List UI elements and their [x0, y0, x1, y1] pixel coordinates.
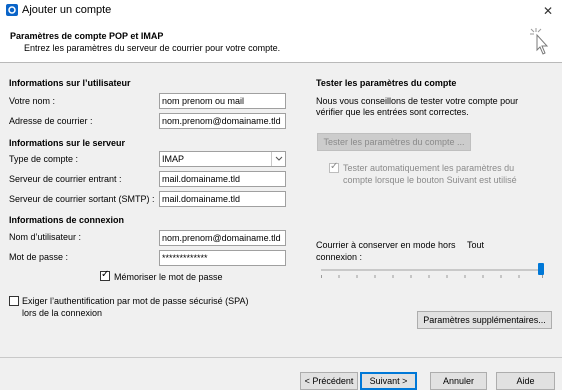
offline-mail-slider-track[interactable]: [321, 269, 543, 271]
help-button[interactable]: Aide: [496, 372, 555, 390]
name-field[interactable]: nom prenom ou mail: [159, 93, 286, 109]
email-field[interactable]: nom.prenom@domainame.tld: [159, 113, 286, 129]
outgoing-server-field[interactable]: mail.domainame.tld: [159, 191, 286, 207]
cancel-button[interactable]: Annuler: [430, 372, 487, 390]
spa-checkbox[interactable]: [9, 296, 19, 306]
spa-label-line1: Exiger l’authentification par mot de pas…: [22, 296, 249, 306]
wizard-cursor-icon: [530, 28, 549, 55]
user-info-heading: Informations sur l’utilisateur: [9, 78, 131, 88]
window-title: Ajouter un compte: [22, 4, 112, 16]
incoming-server-field[interactable]: mail.domainame.tld: [159, 171, 286, 187]
auto-test-label-line1: Tester automatiquement les paramètres du: [343, 163, 515, 173]
auto-test-label-line2: compte lorsque le bouton Suivant est uti…: [343, 175, 517, 185]
back-button[interactable]: < Précédent: [300, 372, 358, 390]
remember-password-label: Mémoriser le mot de passe: [114, 272, 223, 282]
test-settings-heading: Tester les paramètres du compte: [316, 78, 457, 88]
offline-mail-slider-thumb[interactable]: [538, 263, 544, 275]
offline-mail-label-line1: Courrier à conserver en mode hors: [316, 240, 456, 250]
password-field[interactable]: *************: [159, 250, 286, 266]
account-type-value: IMAP: [162, 154, 185, 164]
username-field[interactable]: nom.prenom@domainame.tld: [159, 230, 286, 246]
checkmark-icon: ✓: [330, 161, 339, 172]
test-description-line1: Nous vous conseillons de tester votre co…: [316, 96, 519, 106]
login-info-heading: Informations de connexion: [9, 215, 125, 225]
email-label: Adresse de courrier :: [9, 116, 93, 126]
more-settings-button[interactable]: Paramètres supplémentaires...: [417, 311, 552, 329]
add-account-dialog: Ajouter un compte ✕ Paramètres de compte…: [0, 0, 562, 390]
remember-password-checkbox[interactable]: ✓: [100, 269, 110, 281]
auto-test-checkbox[interactable]: ✓: [329, 161, 339, 173]
server-info-heading: Informations sur le serveur: [9, 138, 126, 148]
checkmark-icon: ✓: [101, 269, 110, 280]
chevron-down-icon[interactable]: [271, 152, 285, 166]
header-divider: [0, 62, 562, 63]
account-type-select[interactable]: IMAP: [159, 151, 286, 167]
offline-mail-slider-ticks: [321, 275, 543, 278]
next-button[interactable]: Suivant >: [360, 372, 417, 390]
title-bar: Ajouter un compte ✕: [0, 0, 562, 22]
name-label: Votre nom :: [9, 96, 56, 106]
outlook-icon: [6, 4, 18, 16]
close-button[interactable]: ✕: [538, 2, 558, 20]
account-type-label: Type de compte :: [9, 154, 79, 164]
offline-mail-label-line2: connexion :: [316, 252, 363, 262]
test-description-line2: vérifier que les entrées sont correctes.: [316, 107, 469, 117]
footer-divider: [0, 357, 562, 358]
page-subtitle: Entrez les paramètres du serveur de cour…: [24, 43, 281, 53]
header-panel: Paramètres de compte POP et IMAP Entrez …: [0, 22, 562, 62]
spa-label-line2: lors de la connexion: [22, 308, 103, 318]
password-label: Mot de passe :: [9, 252, 69, 262]
test-account-settings-button[interactable]: Tester les paramètres du compte ...: [317, 133, 471, 151]
incoming-server-label: Serveur de courrier entrant :: [9, 174, 122, 184]
outgoing-server-label: Serveur de courrier sortant (SMTP) :: [9, 194, 155, 204]
page-title: Paramètres de compte POP et IMAP: [10, 31, 164, 41]
offline-mail-value: Tout: [467, 240, 485, 250]
username-label: Nom d’utilisateur :: [9, 232, 82, 242]
